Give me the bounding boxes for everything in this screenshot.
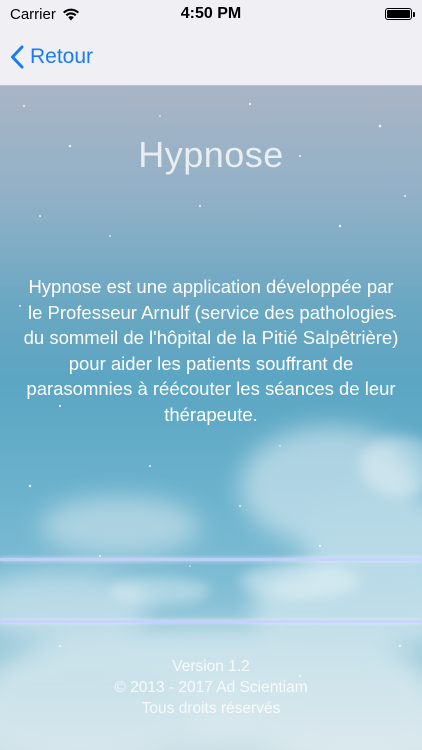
app-description: Hypnose est une application développée p… xyxy=(23,276,399,425)
back-button[interactable]: Retour xyxy=(10,40,93,74)
about-screen: Carrier 4:50 PM Retour Hypnose Hypnose e… xyxy=(0,0,422,750)
rights-label: Tous droits réservés xyxy=(141,700,281,717)
status-time: 4:50 PM xyxy=(180,5,242,22)
app-title: Hypnose xyxy=(138,134,284,175)
version-label: Version 1.2 xyxy=(172,658,250,675)
divider-top xyxy=(0,558,422,561)
chevron-left-icon xyxy=(11,45,24,69)
copyright-label: © 2013 - 2017 Ad Scientiam xyxy=(114,679,308,696)
battery-icon xyxy=(385,8,415,20)
about-content: Hypnose Hypnose est une application déve… xyxy=(0,86,422,750)
status-bar: Carrier 4:50 PM xyxy=(0,0,422,30)
divider-bottom xyxy=(0,620,422,623)
back-label: Retour xyxy=(30,45,94,68)
navigation-bar: Retour xyxy=(0,30,422,86)
footer: Version 1.2 © 2013 - 2017 Ad Scientiam T… xyxy=(0,656,422,719)
